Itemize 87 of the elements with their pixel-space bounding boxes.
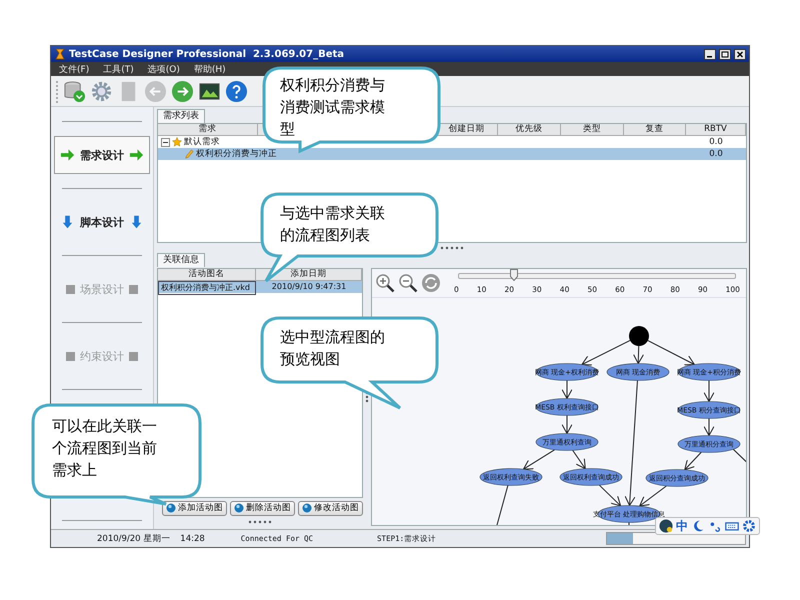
start-node [629,326,649,346]
date-added: 2010/9/10 9:47:31 [270,281,348,293]
flow-node [480,468,542,486]
close-icon[interactable] [734,48,746,60]
square-icon [129,284,138,294]
flow-node [678,363,740,381]
flow-arrow [522,449,556,470]
pencil-icon [184,149,194,159]
column-header[interactable]: 复查 [624,124,686,136]
requirements-tab[interactable]: 需求列表 [157,109,205,123]
flow-node [678,435,740,453]
flow-node [606,363,670,381]
flow-arrow [598,484,622,506]
column-header[interactable]: 需求 [158,124,258,136]
action-button[interactable]: 删除活动图 [230,500,295,516]
action-button[interactable]: 修改活动图 [298,500,363,516]
callout-text: 选中型流程图的预览视图 [280,327,386,370]
flow-arrow [562,415,572,434]
flow-arrow [633,346,644,364]
column-header[interactable]: 活动图名 [158,269,256,281]
settings-icon[interactable] [90,80,113,102]
column-header[interactable]: RBTV [686,124,746,136]
list-row[interactable]: 权利积分消费与冲正.vkd 2010/9/10 9:47:31 [158,281,362,293]
column-header[interactable]: 创建日期 [436,124,498,136]
tree-row[interactable]: 权利积分消费与冲正 0.0 [158,148,746,160]
sphere-icon [302,503,312,513]
menu-item[interactable]: 文件(F) [59,62,90,76]
moon-icon[interactable] [691,519,705,533]
menu-item[interactable]: 工具(T) [103,62,134,76]
slider-thumb[interactable] [510,268,518,280]
flow-node [678,401,740,419]
help-icon[interactable] [225,80,248,102]
flow-node [646,469,708,487]
app-icon [54,48,66,60]
square-icon [66,352,75,360]
flow-line [494,484,508,525]
square-icon [66,284,75,294]
flow-arrow [581,340,631,366]
splitter-handle-icon[interactable] [248,520,272,524]
minimize-icon[interactable] [704,48,716,60]
star-icon [172,137,182,147]
database-icon[interactable] [63,80,86,102]
column-header[interactable]: 添加日期 [256,269,362,281]
ime-logo-icon[interactable] [659,519,673,533]
settings-icon[interactable] [742,519,756,533]
column-header[interactable]: 类型 [561,124,624,136]
action-button[interactable]: 添加活动图 [162,500,227,516]
splitter-handle-icon[interactable] [440,246,464,250]
flow-arrow [704,380,714,402]
collapse-icon[interactable] [161,138,170,146]
flow-arrow [562,380,572,399]
square-icon [129,352,138,360]
menu-item[interactable]: 帮助(H) [194,62,226,76]
flow-arrow [704,418,714,436]
window-title: TestCase Designer Professional 2.3.069.07_Beta [69,48,344,60]
nav-button[interactable]: 脚本设计 [54,203,150,241]
related-info-tab[interactable]: 关联信息 [157,253,205,267]
file-name: 权利积分消费与冲正.vkd [158,281,256,295]
input-mode[interactable]: 中 [676,518,688,534]
sphere-icon [166,503,176,513]
rbtv-value: 0.0 [708,136,724,148]
flow-arrow [684,452,702,470]
flow-arrow [572,450,586,470]
callout-text: 可以在此关联一个流程图到当前需求上 [52,416,158,481]
status-time: 14:28 [180,534,205,544]
flow-node [536,433,598,451]
flow-node [560,468,622,486]
callout-text: 与选中需求关联的流程图列表 [280,203,386,246]
maximize-icon[interactable] [719,48,731,60]
toolbar-grip-icon [55,79,59,103]
zoom-in-icon[interactable] [375,273,395,293]
tree-item-label: 权利积分消费与冲正 [196,148,277,160]
down-arrow-icon [129,215,144,229]
status-date: 2010/9/20 星期一 [97,532,170,544]
rbtv-value: 0.0 [708,148,724,160]
down-arrow-icon [60,215,75,229]
sphere-icon [234,503,244,513]
tree-item-label: 默认需求 [184,136,220,148]
right-arrow-icon [60,148,75,162]
zoom-out-icon[interactable] [398,273,418,293]
flow-node [536,363,598,381]
right-arrow-icon [129,148,144,162]
flow-node [536,398,598,416]
column-header[interactable]: 优先级 [498,124,561,136]
menu-item[interactable]: 选项(O) [148,62,180,76]
flow-arrow [647,340,695,366]
nav-button[interactable]: 需求设计 [54,136,150,174]
